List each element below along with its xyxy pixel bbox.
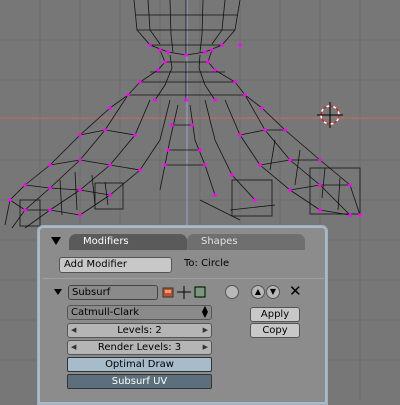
chevron-up-icon[interactable]: ▲ [251, 285, 265, 299]
subsurf-uv-toggle[interactable]: Subsurf UV [67, 374, 212, 389]
render-levels-field[interactable]: ◀ Render Levels: 3 ▶ [67, 340, 212, 355]
add-modifier-button[interactable]: Add Modifier [59, 257, 172, 273]
select-arrows-icon: ▲ ▼ [201, 304, 208, 319]
apply-button[interactable]: Apply [250, 307, 300, 322]
subdivision-type-select[interactable]: Catmull-Clark ▲ ▼ [67, 305, 212, 320]
target-object-label: To: Circle [184, 258, 230, 269]
collapse-triangle-icon[interactable] [54, 289, 62, 295]
chevron-down-icon[interactable]: ▼ [266, 285, 280, 299]
divider [42, 278, 324, 279]
tab-shapes[interactable]: Shapes [187, 234, 305, 250]
copy-button[interactable]: Copy [250, 323, 300, 338]
modifiers-panel: Modifiers Shapes Add Modifier To: Circle… [37, 225, 328, 405]
panel-tabbar: Modifiers Shapes [43, 232, 323, 250]
mesh-wireframe [4, 0, 361, 229]
increment-arrow-icon[interactable]: ▶ [203, 341, 208, 354]
increment-arrow-icon[interactable]: ▶ [203, 324, 208, 337]
optimal-draw-toggle[interactable]: Optimal Draw [67, 357, 212, 372]
render-levels-value: Render Levels: 3 [97, 342, 182, 353]
levels-value: Levels: 2 [117, 325, 162, 336]
levels-field[interactable]: ◀ Levels: 2 ▶ [67, 323, 212, 338]
editmode-icon[interactable] [177, 285, 191, 300]
modifier-name-field[interactable]: Subsurf [68, 285, 158, 300]
subdivision-type-value: Catmull-Clark [71, 307, 140, 318]
close-icon[interactable]: ✕ [289, 282, 302, 300]
tab-modifiers[interactable]: Modifiers [69, 234, 187, 250]
3d-cursor[interactable] [317, 102, 343, 128]
modifier-state-toggle[interactable] [225, 285, 239, 299]
mesh-vertices [8, 43, 362, 217]
cage-icon[interactable] [193, 285, 207, 300]
realtime-display-icon[interactable] [161, 285, 175, 300]
triangle-down-icon[interactable] [51, 237, 61, 245]
